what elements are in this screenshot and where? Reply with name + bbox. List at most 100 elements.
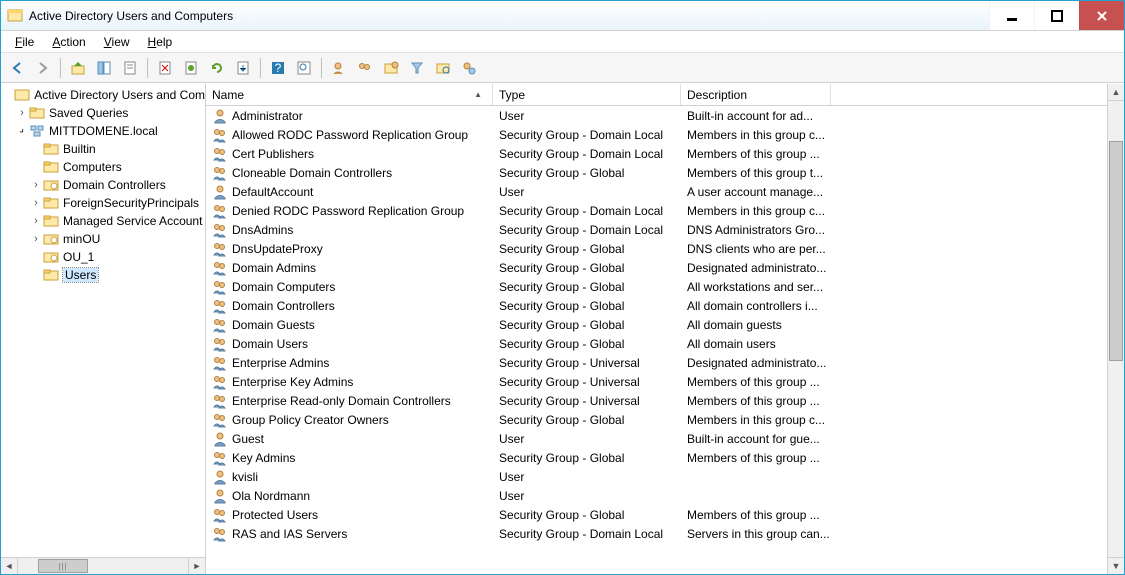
tree-users[interactable]: Users <box>1 266 205 284</box>
row-desc: All domain guests <box>681 318 931 332</box>
find-button[interactable] <box>292 56 316 80</box>
row-type: Security Group - Global <box>493 299 681 313</box>
tree-computers[interactable]: Computers <box>1 158 205 176</box>
folder-icon <box>43 141 59 157</box>
list-row[interactable]: Domain AdminsSecurity Group - GlobalDesi… <box>206 258 1107 277</box>
group-icon <box>212 450 228 466</box>
scroll-down-button[interactable]: ▼ <box>1108 557 1124 574</box>
list-body[interactable]: AdministratorUserBuilt-in account for ad… <box>206 106 1107 574</box>
scroll-left-button[interactable]: ◄ <box>1 558 18 574</box>
list-row[interactable]: Denied RODC Password Replication GroupSe… <box>206 201 1107 220</box>
tree-pane[interactable]: Active Directory Users and Com › Saved Q… <box>1 84 206 574</box>
user-icon <box>212 431 228 447</box>
list-row[interactable]: Group Policy Creator OwnersSecurity Grou… <box>206 410 1107 429</box>
column-description[interactable]: Description <box>681 84 831 105</box>
group-icon <box>212 279 228 295</box>
list-row[interactable]: Cloneable Domain ControllersSecurity Gro… <box>206 163 1107 182</box>
separator-icon <box>60 58 61 78</box>
tree-domain-controllers[interactable]: › Domain Controllers <box>1 176 205 194</box>
new-user-button[interactable] <box>327 56 351 80</box>
row-type: User <box>493 185 681 199</box>
refresh-button[interactable] <box>205 56 229 80</box>
delete-button[interactable] <box>153 56 177 80</box>
list-row[interactable]: DefaultAccountUserA user account manage.… <box>206 182 1107 201</box>
list-row[interactable]: Allowed RODC Password Replication GroupS… <box>206 125 1107 144</box>
maximize-button[interactable] <box>1034 1 1079 30</box>
tree-ou1[interactable]: OU_1 <box>1 248 205 266</box>
search-button[interactable] <box>431 56 455 80</box>
cut-button[interactable] <box>118 56 142 80</box>
menu-view[interactable]: View <box>96 33 138 51</box>
expand-twisty-icon[interactable]: › <box>29 215 43 227</box>
show-hide-tree-button[interactable] <box>92 56 116 80</box>
list-row[interactable]: RAS and IAS ServersSecurity Group - Doma… <box>206 524 1107 543</box>
new-group-button[interactable] <box>353 56 377 80</box>
list-row[interactable]: DnsUpdateProxySecurity Group - GlobalDNS… <box>206 239 1107 258</box>
list-vscrollbar[interactable]: ▲ ▼ <box>1107 84 1124 574</box>
scroll-right-button[interactable]: ► <box>188 558 205 574</box>
list-row[interactable]: Enterprise Read-only Domain ControllersS… <box>206 391 1107 410</box>
menu-action[interactable]: Action <box>44 33 93 51</box>
titlebar[interactable]: Active Directory Users and Computers <box>1 1 1124 31</box>
list-row[interactable]: Ola NordmannUser <box>206 486 1107 505</box>
new-ou-button[interactable] <box>379 56 403 80</box>
row-desc: A user account manage... <box>681 185 931 199</box>
menu-file[interactable]: File <box>7 33 42 51</box>
export-button[interactable] <box>231 56 255 80</box>
expand-twisty-icon[interactable]: › <box>29 197 43 209</box>
list-row[interactable]: Domain UsersSecurity Group - GlobalAll d… <box>206 334 1107 353</box>
list-row[interactable]: Domain GuestsSecurity Group - GlobalAll … <box>206 315 1107 334</box>
row-desc: Servers in this group can... <box>681 527 931 541</box>
expand-twisty-icon[interactable]: › <box>29 233 43 245</box>
folder-icon <box>43 159 59 175</box>
tree-fsp[interactable]: › ForeignSecurityPrincipals <box>1 194 205 212</box>
tree-hscrollbar[interactable]: ◄ ||| ► <box>1 557 205 574</box>
tree-label: Builtin <box>63 142 96 156</box>
tree-view[interactable]: Active Directory Users and Com › Saved Q… <box>1 84 205 557</box>
close-button[interactable] <box>1079 1 1124 30</box>
scroll-thumb[interactable]: ||| <box>38 559 88 573</box>
properties-button[interactable] <box>179 56 203 80</box>
column-name[interactable]: Name▲ <box>206 84 493 105</box>
group-icon <box>212 241 228 257</box>
scroll-up-button[interactable]: ▲ <box>1108 84 1124 101</box>
column-type[interactable]: Type <box>493 84 681 105</box>
expand-twisty-icon[interactable]: › <box>15 107 29 119</box>
list-row[interactable]: GuestUserBuilt-in account for gue... <box>206 429 1107 448</box>
tree-saved-queries[interactable]: › Saved Queries <box>1 104 205 122</box>
scroll-track[interactable]: ||| <box>18 558 188 574</box>
list-row[interactable]: Domain ComputersSecurity Group - GlobalA… <box>206 277 1107 296</box>
scroll-thumb[interactable] <box>1109 141 1123 361</box>
tree-label: Managed Service Account <box>63 214 202 228</box>
help-button[interactable]: ? <box>266 56 290 80</box>
list-row[interactable]: Enterprise Key AdminsSecurity Group - Un… <box>206 372 1107 391</box>
list-row[interactable]: kvisliUser <box>206 467 1107 486</box>
back-button[interactable] <box>5 56 29 80</box>
list-row[interactable]: AdministratorUserBuilt-in account for ad… <box>206 106 1107 125</box>
menu-help[interactable]: Help <box>140 33 181 51</box>
list-row[interactable]: Protected UsersSecurity Group - GlobalMe… <box>206 505 1107 524</box>
group-icon <box>212 146 228 162</box>
tree-domain[interactable]: › MITTDOMENE.local <box>1 122 205 140</box>
list-row[interactable]: DnsAdminsSecurity Group - Domain LocalDN… <box>206 220 1107 239</box>
list-row[interactable]: Domain ControllersSecurity Group - Globa… <box>206 296 1107 315</box>
forward-button[interactable] <box>31 56 55 80</box>
tree-msa[interactable]: › Managed Service Account <box>1 212 205 230</box>
filter-button[interactable] <box>405 56 429 80</box>
group-icon <box>212 336 228 352</box>
row-name: Domain Computers <box>232 280 335 294</box>
list-row[interactable]: Key AdminsSecurity Group - GlobalMembers… <box>206 448 1107 467</box>
scroll-track[interactable] <box>1108 101 1124 557</box>
row-type: User <box>493 489 681 503</box>
minimize-button[interactable] <box>989 1 1034 30</box>
add-to-group-button[interactable] <box>457 56 481 80</box>
tree-minou[interactable]: › minOU <box>1 230 205 248</box>
tree-builtin[interactable]: Builtin <box>1 140 205 158</box>
list-row[interactable]: Enterprise AdminsSecurity Group - Univer… <box>206 353 1107 372</box>
expand-twisty-icon[interactable]: › <box>29 179 43 191</box>
list-row[interactable]: Cert PublishersSecurity Group - Domain L… <box>206 144 1107 163</box>
tree-root[interactable]: Active Directory Users and Com <box>1 86 205 104</box>
up-button[interactable] <box>66 56 90 80</box>
group-icon <box>212 507 228 523</box>
row-name: Domain Guests <box>232 318 315 332</box>
